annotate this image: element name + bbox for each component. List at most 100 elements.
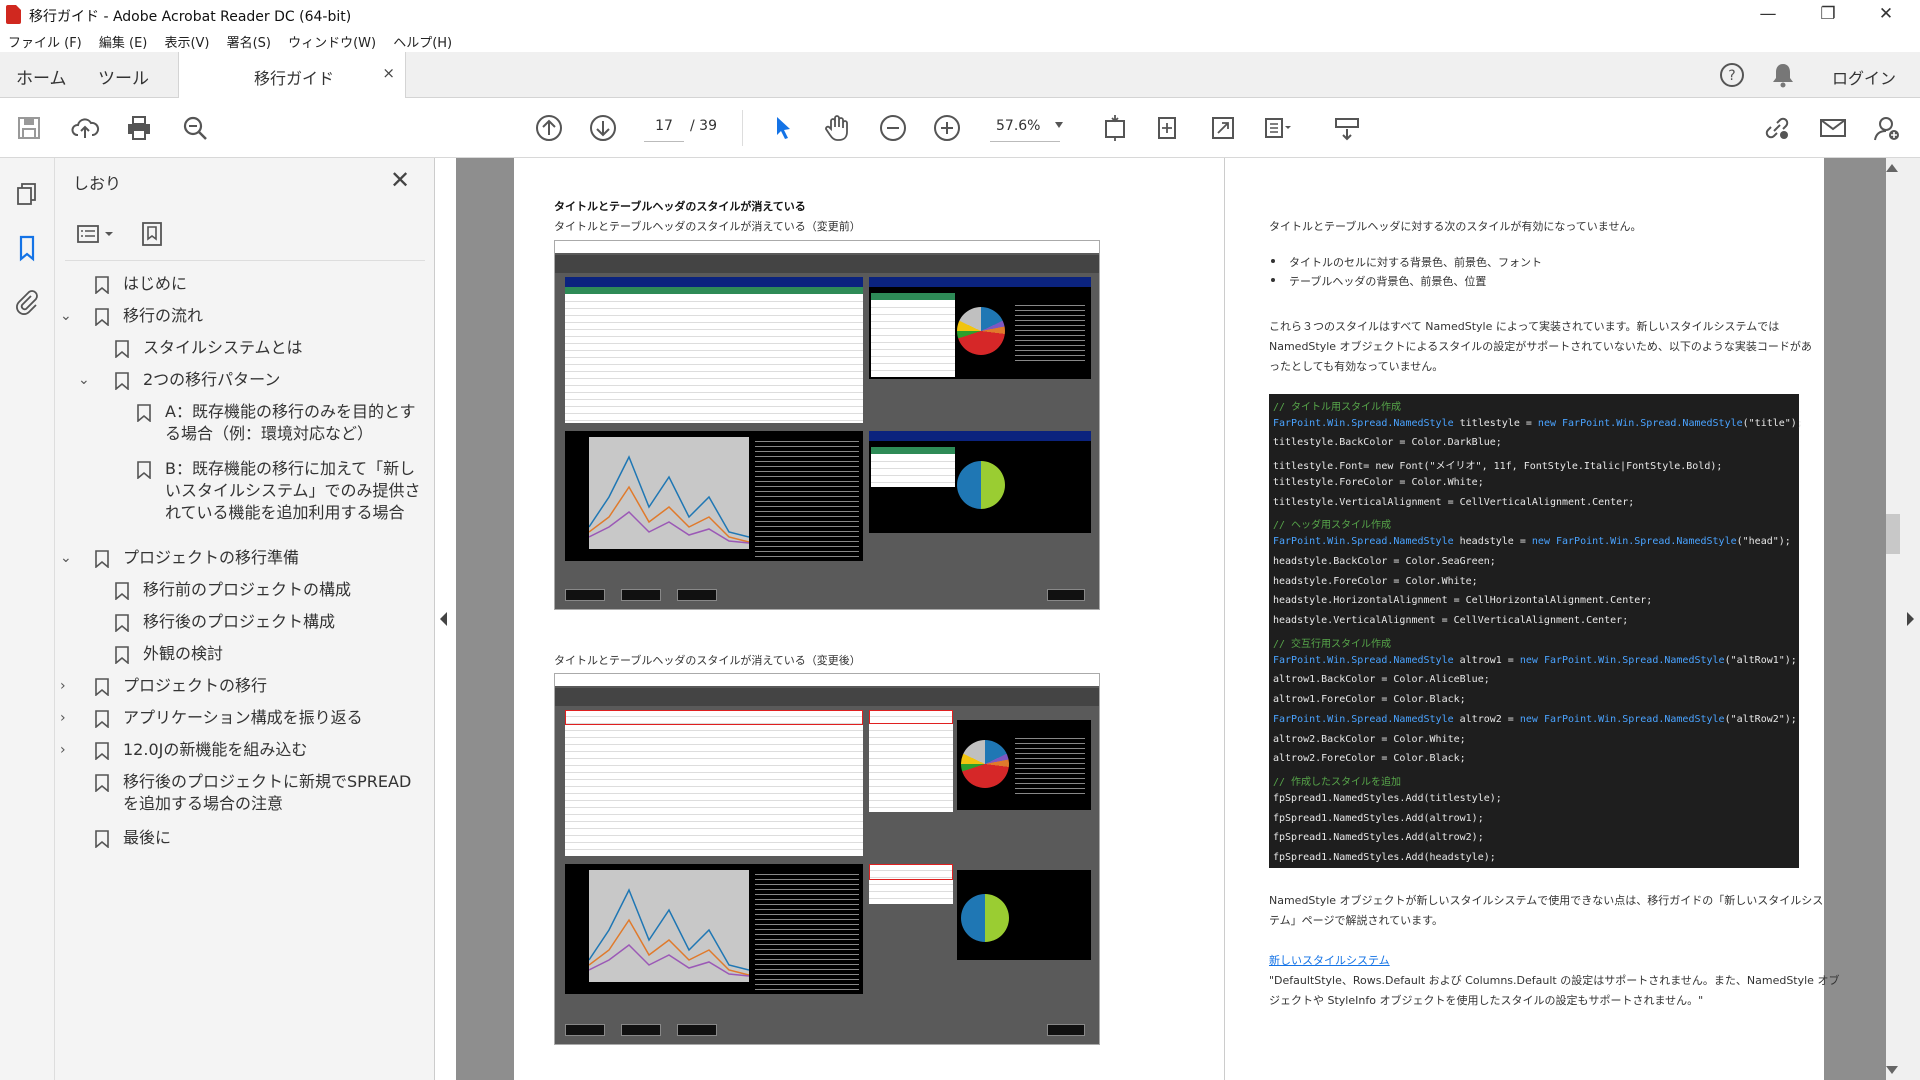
attachments-icon[interactable] (13, 288, 41, 316)
main-toolbar: 17 / 39 57.6% (0, 98, 1920, 158)
code-line: // 交互行用スタイル作成 (1273, 639, 1392, 650)
share-link-icon[interactable] (1762, 113, 1792, 143)
svg-text:?: ? (1728, 68, 1735, 84)
bookmark-item[interactable]: B：既存機能の移行に加えて「新しいスタイルシステム」でのみ提供されている機能を追… (55, 458, 435, 524)
fit-page-icon[interactable] (1100, 113, 1130, 143)
scroll-up-icon[interactable] (1886, 164, 1898, 172)
zoom-level-input[interactable]: 57.6% (990, 112, 1060, 142)
menu-file[interactable]: ファイル (F) (0, 30, 82, 51)
read-mode-icon[interactable] (1332, 113, 1362, 143)
scroll-mode-icon[interactable] (1262, 113, 1292, 143)
pie-legend (1015, 734, 1085, 794)
code-line: altrow1.BackColor = Color.AliceBlue; (1273, 674, 1490, 685)
page-number-input[interactable]: 17 (644, 112, 684, 142)
bookmarks-panel-icon[interactable] (13, 234, 41, 262)
minimize-button[interactable]: — (1740, 0, 1796, 30)
expand-arrow-icon[interactable]: ⌄ (78, 369, 90, 391)
code-line: fpSpread1.NamedStyles.Add(altrow1); (1273, 813, 1484, 824)
menu-bar: ファイル (F) 編集 (E) 表示(V) 署名(S) ウィンドウ(W) ヘルプ… (0, 30, 1920, 52)
bookmarks-panel-title: しおり (73, 174, 122, 193)
tab-home[interactable]: ホーム (16, 64, 67, 89)
bookmark-item[interactable]: A：既存機能の移行のみを目的とする場合（例：環境対応など） (55, 401, 435, 445)
save-icon[interactable] (14, 113, 44, 143)
next-page-icon[interactable] (588, 113, 618, 143)
screenshot-button-row (565, 589, 1085, 603)
bullet-item: テーブルヘッダの背景色、前景色、位置 (1289, 275, 1487, 288)
scrollbar-thumb[interactable] (1886, 514, 1900, 554)
restore-button[interactable]: ❐ (1800, 0, 1856, 30)
bookmark-icon (95, 830, 109, 849)
expand-arrow-icon[interactable]: › (60, 675, 66, 697)
upload-cloud-icon[interactable] (70, 113, 100, 143)
paragraph-line: ったとしても有効なっていません。 (1269, 360, 1444, 373)
bookmark-icon (115, 646, 129, 665)
new-style-system-link[interactable]: 新しいスタイルシステム (1269, 952, 1390, 968)
tab-bar: ホーム ツール 移行ガイド × ? ログイン (0, 52, 1920, 98)
highlight-box (565, 710, 863, 725)
bookmark-item[interactable]: 移行後のプロジェクトに新規でSPREADを追加する場合の注意 (55, 771, 435, 815)
window-titlebar: 移行ガイド - Adobe Acrobat Reader DC (64-bit)… (0, 0, 1920, 30)
expand-arrow-icon[interactable]: › (60, 739, 66, 761)
menu-sign[interactable]: 署名(S) (219, 30, 271, 51)
print-icon[interactable] (124, 113, 154, 143)
document-viewer[interactable]: タイトルとテーブルヘッダのスタイルが消えている タイトルとテーブルヘッダのスタイ… (456, 158, 1886, 1080)
page-thumbnails-icon[interactable] (13, 180, 41, 208)
bookmark-icon (95, 308, 109, 327)
close-window-button[interactable]: ✕ (1858, 0, 1914, 30)
code-line: FarPoint.Win.Spread.NamedStyle titlestyl… (1273, 418, 1803, 429)
email-icon[interactable] (1818, 113, 1848, 143)
code-line: titlestyle.Font= new Font("メイリオ", 11f, F… (1273, 461, 1723, 472)
close-panel-button[interactable]: ✕ (390, 166, 410, 194)
intro-text: タイトルとテーブルヘッダに対する次のスタイルが有効になっていません。 (1269, 220, 1642, 233)
paragraph-line: NamedStyle オブジェクトによるスタイルの設定がサポートされていないため… (1269, 340, 1812, 353)
zoom-out-icon[interactable] (878, 113, 908, 143)
notification-bell-icon[interactable] (1770, 61, 1796, 93)
full-screen-icon[interactable] (1208, 113, 1238, 143)
bookmark-icon (95, 774, 109, 793)
menu-view[interactable]: 表示(V) (156, 30, 209, 51)
page-total: / 39 (690, 118, 717, 134)
bookmark-icon (95, 678, 109, 697)
line-chart-thumbnail (588, 870, 750, 982)
expand-arrow-icon[interactable]: › (60, 707, 66, 729)
previous-page-icon[interactable] (534, 113, 564, 143)
search-icon[interactable] (180, 113, 210, 143)
vertical-scrollbar[interactable] (1886, 158, 1920, 1080)
code-line: altrow2.ForeColor = Color.Black; (1273, 753, 1466, 764)
sales-table-thumbnail (565, 277, 863, 423)
window-title: 移行ガイド - Adobe Acrobat Reader DC (64-bit) (29, 9, 352, 25)
page-split-line (1224, 158, 1225, 1080)
zoom-dropdown-icon[interactable] (1055, 122, 1063, 128)
close-tab-button[interactable]: × (382, 64, 395, 82)
code-block: // タイトル用スタイル作成 FarPoint.Win.Spread.Named… (1269, 394, 1803, 868)
expand-arrow-icon[interactable]: ⌄ (60, 547, 72, 569)
bullet-dot (1271, 278, 1275, 282)
expand-right-panel-arrow-icon[interactable] (1907, 612, 1914, 626)
hand-tool-icon[interactable] (822, 113, 852, 143)
code-line: // 作成したスタイルを追加 (1273, 777, 1402, 788)
edition-pie-chart (957, 461, 1005, 509)
rotate-view-icon[interactable] (1152, 113, 1182, 143)
menu-edit[interactable]: 編集 (E) (91, 30, 148, 51)
tab-tools[interactable]: ツール (98, 64, 149, 89)
panel-divider (65, 260, 425, 261)
category-pie-chart (957, 307, 1005, 355)
bookmarks-panel: しおり ✕ はじめに ⌄ 移行の流れ スタイルシステムとは ⌄ 2つの移行パターン … (55, 158, 435, 1080)
bullet-item: タイトルのセルに対する背景色、前景色、フォント (1289, 256, 1542, 269)
paragraph-line: NamedStyle オブジェクトが新しいスタイルシステムで使用できない点は、移… (1269, 894, 1824, 907)
collapse-panel-arrow-icon[interactable] (440, 612, 447, 626)
add-user-icon[interactable] (1872, 113, 1902, 143)
bookmark-options-icon[interactable] (75, 220, 119, 252)
new-bookmark-icon[interactable] (139, 220, 167, 252)
menu-help[interactable]: ヘルプ(H) (385, 30, 452, 51)
expand-arrow-icon[interactable]: ⌄ (60, 305, 72, 327)
zoom-in-icon[interactable] (932, 113, 962, 143)
select-cursor-icon[interactable] (768, 113, 798, 143)
tab-document[interactable]: 移行ガイド × (178, 52, 406, 98)
code-line: FarPoint.Win.Spread.NamedStyle altrow1 =… (1273, 655, 1797, 666)
help-icon[interactable]: ? (1718, 61, 1746, 93)
bookmark-icon (115, 614, 129, 633)
scroll-down-icon[interactable] (1886, 1066, 1898, 1074)
menu-window[interactable]: ウィンドウ(W) (280, 30, 376, 51)
login-button[interactable]: ログイン (1832, 65, 1896, 89)
